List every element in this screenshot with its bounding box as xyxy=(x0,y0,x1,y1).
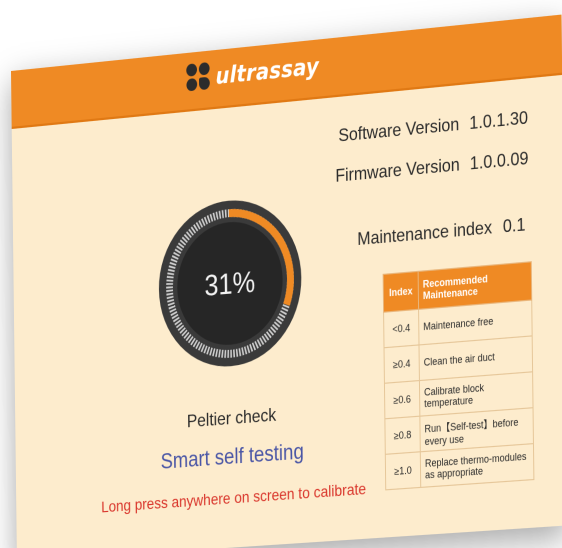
logo-mark-icon xyxy=(186,61,212,94)
row-recommendation: Replace thermo-modules as appropriate xyxy=(420,443,534,488)
device-screen[interactable]: ultrassay Software Version 1.0.1.30 Firmw… xyxy=(11,14,562,548)
check-label: Peltier check xyxy=(186,405,277,432)
gauge-percent-text: 31% xyxy=(204,264,256,303)
header-index: Index xyxy=(383,271,419,313)
row-index: ≥1.0 xyxy=(385,451,421,490)
calibrate-instruction: Long press anywhere on screen to calibra… xyxy=(101,479,367,516)
row-index: ≥0.8 xyxy=(384,416,421,455)
firmware-version-row: Firmware Version 1.0.0.09 xyxy=(335,149,528,188)
progress-gauge: 31% xyxy=(156,192,304,374)
software-version-value: 1.0.1.30 xyxy=(469,108,529,134)
software-version-row: Software Version 1.0.1.30 xyxy=(338,108,528,147)
firmware-version-label: Firmware Version xyxy=(335,155,460,187)
firmware-version-value: 1.0.0.09 xyxy=(469,148,529,175)
brand-logo: ultrassay xyxy=(186,51,319,94)
maintenance-index-value: 0.1 xyxy=(502,215,526,237)
row-index: ≥0.6 xyxy=(384,380,420,419)
maintenance-index-label: Maintenance index xyxy=(357,218,493,250)
row-index: ≥0.4 xyxy=(384,344,420,384)
maintenance-table: Index Recommended Maintenance <0.4 Maint… xyxy=(383,261,535,490)
row-index: <0.4 xyxy=(383,309,419,348)
header-bar: ultrassay xyxy=(11,14,562,130)
logo-text: ultrassay xyxy=(215,52,320,90)
photo-stage: ultrassay Software Version 1.0.1.30 Firmw… xyxy=(0,0,562,548)
mode-label: Smart self testing xyxy=(160,440,304,475)
software-version-label: Software Version xyxy=(338,115,460,147)
